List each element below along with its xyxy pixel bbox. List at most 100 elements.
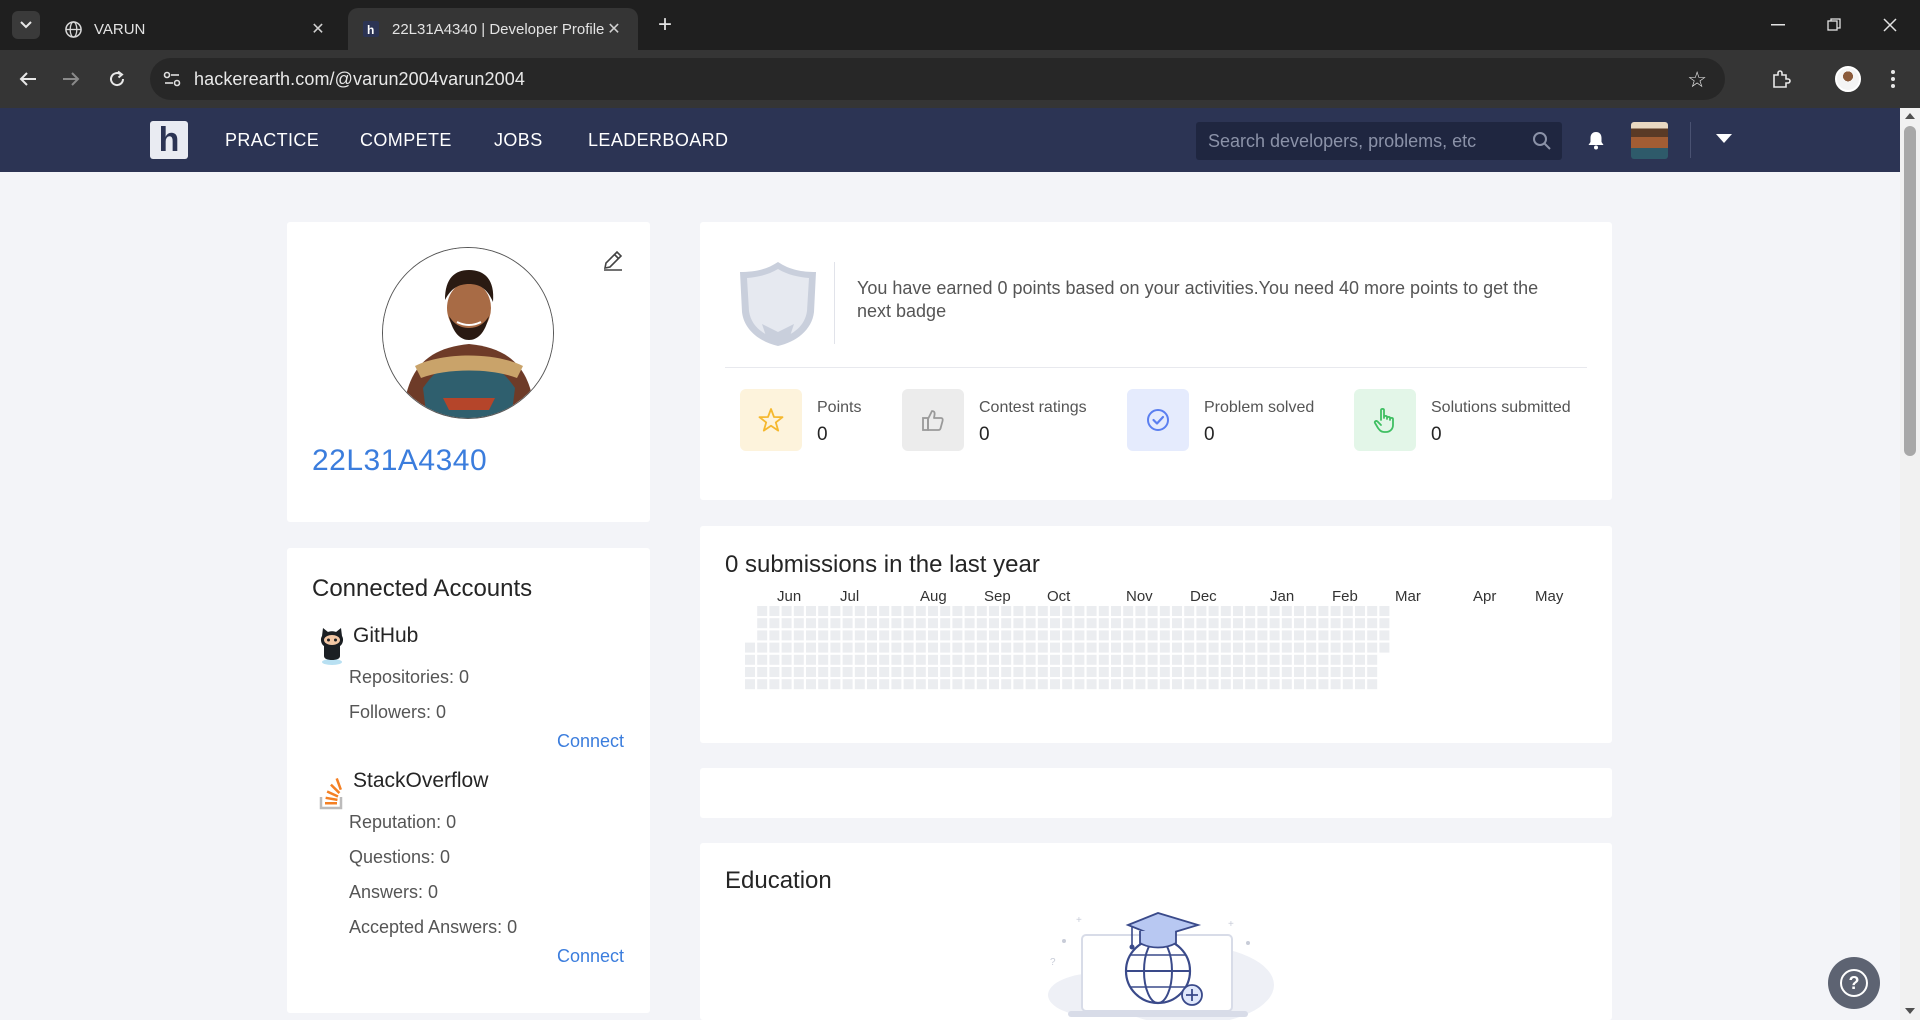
heatmap-day-cell [1379, 618, 1390, 629]
svg-text:h: h [367, 23, 374, 37]
heatmap-day-cell [1379, 606, 1390, 616]
heatmap-day-cell [989, 679, 999, 690]
github-connect-link[interactable]: Connect [557, 731, 624, 752]
heatmap-day-cell [1037, 679, 1048, 690]
month-label: Apr [1473, 588, 1497, 605]
connected-accounts-card: Connected Accounts GitHub Repositories: … [287, 548, 650, 1013]
heatmap-day-cell [1147, 642, 1158, 653]
heatmap-day-cell [1025, 654, 1036, 665]
heatmap-day-cell [1196, 630, 1207, 641]
pointer-hand-icon [1354, 389, 1416, 451]
help-button[interactable]: ? [1828, 957, 1880, 1009]
heatmap-day-cell [818, 630, 829, 641]
site-info-icon[interactable] [150, 71, 194, 87]
heatmap-day-cell [1269, 667, 1280, 677]
heatmap-day-cell [1025, 606, 1036, 616]
url-text[interactable]: hackerearth.com/@varun2004varun2004 [194, 69, 525, 90]
heatmap-day-cell [879, 630, 890, 641]
profile-photo-image [383, 248, 553, 418]
notification-bell-icon[interactable] [1587, 130, 1605, 155]
heatmap-day-cell [806, 654, 816, 665]
chrome-menu-button[interactable] [1878, 64, 1908, 94]
nav-compete[interactable]: COMPETE [360, 130, 452, 151]
tab-search-button[interactable] [12, 11, 40, 39]
search-input[interactable] [1208, 130, 1528, 152]
close-window-button[interactable] [1868, 10, 1912, 40]
chevron-down-icon[interactable] [1716, 134, 1732, 143]
bookmark-star-icon[interactable]: ☆ [1687, 67, 1707, 93]
minimize-button[interactable] [1756, 10, 1800, 40]
search-icon[interactable] [1532, 131, 1552, 156]
browser-tab-profile[interactable]: h 22L31A4340 | Developer Profile ✕ [348, 8, 638, 50]
browser-tab-varun[interactable]: VARUN ✕ [50, 8, 342, 50]
edit-pencil-icon[interactable] [601, 248, 625, 277]
heatmap-day-cell [952, 630, 963, 641]
heatmap-day-cell [867, 667, 877, 677]
heatmap-day-cell [964, 642, 975, 653]
heatmap-day-cell [1159, 642, 1170, 653]
nav-jobs[interactable]: JOBS [494, 130, 543, 151]
stackoverflow-questions: Questions: 0 [349, 847, 451, 867]
extensions-button[interactable] [1766, 64, 1796, 94]
heatmap-day-cell [793, 630, 804, 641]
chrome-profile-button[interactable] [1833, 64, 1863, 94]
heatmap-day-cell [940, 606, 951, 616]
heatmap-day-cell [915, 618, 926, 629]
avatar[interactable] [1631, 122, 1668, 159]
svg-text:?: ? [1050, 957, 1056, 968]
stackoverflow-connect-link[interactable]: Connect [557, 946, 624, 967]
heatmap-day-cell [1184, 679, 1195, 690]
section-title: Connected Accounts [312, 575, 533, 602]
heatmap-day-cell [1001, 630, 1012, 641]
svg-text:+: + [1228, 919, 1234, 930]
heatmap-day-cell [769, 606, 780, 616]
heatmap-day-cell [1001, 654, 1012, 665]
nav-leaderboard[interactable]: LEADERBOARD [588, 130, 728, 151]
heatmap-day-cell [1233, 606, 1243, 616]
heatmap-day-cell [952, 654, 963, 665]
restore-button[interactable] [1812, 10, 1856, 40]
hackerearth-logo[interactable]: h [150, 121, 188, 159]
heatmap-day-cell [1245, 654, 1256, 665]
tab-title: 22L31A4340 | Developer Profile [392, 20, 604, 38]
scroll-down-arrow-icon[interactable] [1905, 1008, 1915, 1014]
heatmap-day-cell [1086, 679, 1097, 690]
close-tab-icon[interactable]: ✕ [308, 19, 328, 39]
forward-button[interactable] [56, 64, 86, 94]
heatmap-day-cell [842, 642, 853, 653]
stackoverflow-icon [318, 778, 346, 815]
scroll-up-arrow-icon[interactable] [1905, 113, 1915, 119]
heatmap-day-cell [976, 654, 987, 665]
heatmap-day-cell [1050, 618, 1060, 629]
close-tab-icon[interactable]: ✕ [604, 19, 624, 39]
github-name: GitHub [353, 624, 419, 647]
badge-progress-text: You have earned 0 points based on your a… [857, 278, 1539, 321]
heatmap-day-cell [1098, 654, 1109, 665]
heatmap-day-cell [1123, 667, 1134, 677]
heatmap-day-cell [976, 606, 987, 616]
scrollbar-thumb[interactable] [1904, 126, 1916, 456]
avatar [1835, 66, 1861, 92]
new-tab-button[interactable]: + [652, 11, 678, 38]
heatmap-day-cell [976, 630, 987, 641]
heatmap-day-cell [1355, 642, 1365, 653]
heatmap-day-cell [1001, 642, 1012, 653]
back-button[interactable] [13, 64, 43, 94]
nav-practice[interactable]: PRACTICE [225, 130, 319, 151]
heatmap-day-cell [1184, 667, 1195, 677]
heatmap-day-cell [1147, 679, 1158, 690]
heatmap-day-cell [1111, 667, 1121, 677]
reload-button[interactable] [102, 64, 132, 94]
heatmap-day-cell [1050, 642, 1060, 653]
heatmap-day-cell [867, 654, 877, 665]
heatmap-day-cell [1342, 679, 1353, 690]
heatmap-day-cell [1111, 606, 1121, 616]
heatmap-day-cell [1098, 679, 1109, 690]
heatmap-day-cell [842, 667, 853, 677]
page-scrollbar[interactable] [1900, 108, 1920, 1020]
address-bar[interactable]: hackerearth.com/@varun2004varun2004 ☆ [150, 58, 1725, 100]
heatmap-day-cell [1208, 618, 1219, 629]
heatmap-day-cell [1098, 606, 1109, 616]
heatmap-day-cell [1245, 667, 1256, 677]
heatmap-day-cell [1306, 679, 1317, 690]
